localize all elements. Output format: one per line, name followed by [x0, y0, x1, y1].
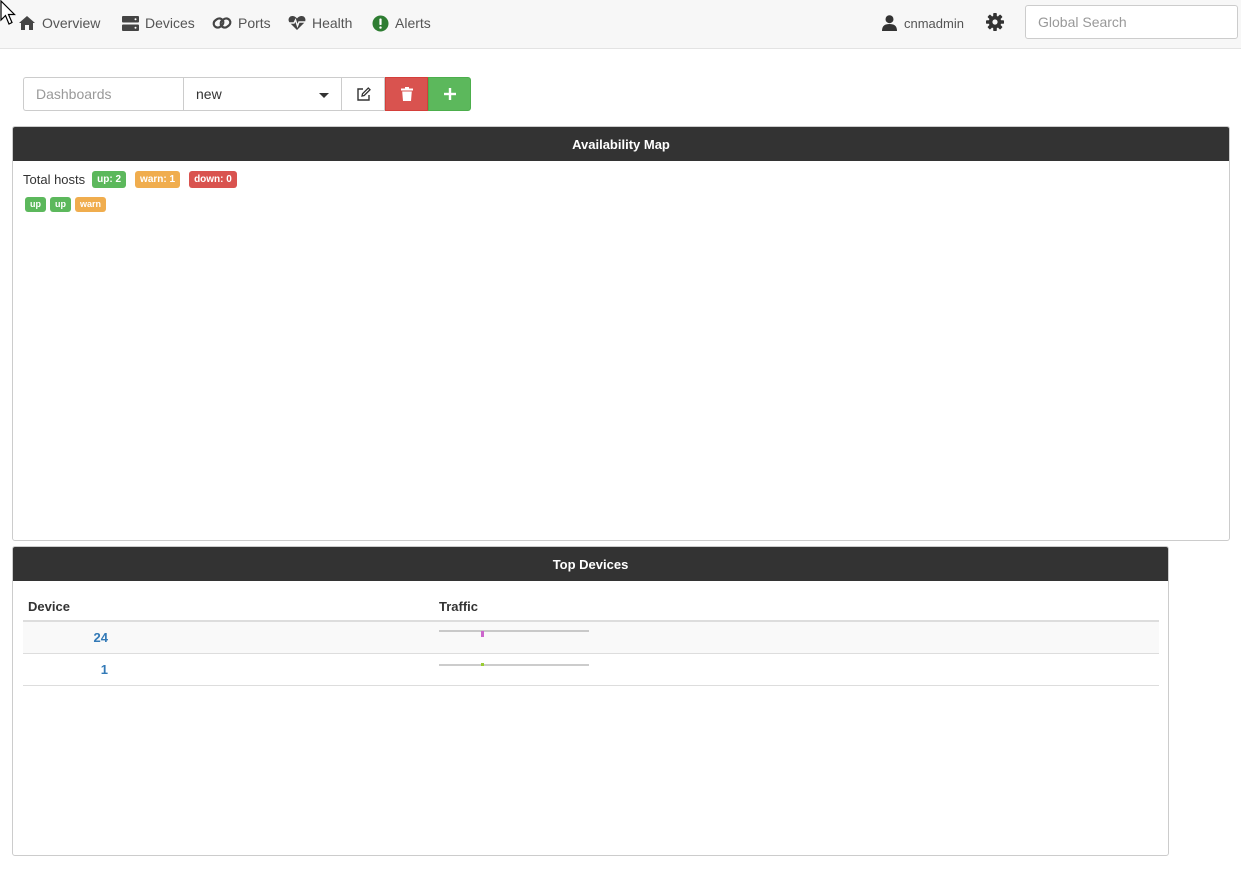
user-menu[interactable]: cnmadmin	[882, 12, 964, 34]
global-search-input[interactable]	[1025, 5, 1238, 39]
device-link[interactable]: 1	[28, 662, 108, 677]
nav-overview[interactable]: Overview	[18, 12, 100, 34]
alert-icon	[372, 15, 389, 31]
nav-alerts-label: Alerts	[395, 15, 431, 31]
plus-icon	[443, 88, 456, 100]
user-icon	[882, 15, 897, 31]
top-devices-widget: Top Devices Device Traffic 24 1	[12, 546, 1169, 856]
dashboards-label: Dashboards	[23, 77, 183, 111]
traffic-sparkline[interactable]	[439, 661, 589, 677]
nav-alerts[interactable]: Alerts	[372, 12, 431, 34]
nav-ports[interactable]: Ports	[212, 12, 271, 34]
heartbeat-icon	[288, 15, 306, 30]
host-tile[interactable]: up	[25, 197, 46, 212]
edit-dashboard-button[interactable]	[342, 77, 385, 111]
total-hosts-label: Total hosts	[23, 172, 86, 187]
server-icon	[122, 15, 139, 31]
up-count-badge: up: 2	[92, 171, 127, 188]
edit-icon	[356, 86, 371, 101]
trash-icon	[400, 87, 413, 101]
mouse-cursor-icon	[0, 0, 16, 25]
top-devices-title[interactable]: Top Devices	[13, 547, 1168, 581]
caret-down-icon	[319, 93, 329, 98]
table-row: 24	[23, 621, 1159, 654]
username: cnmadmin	[904, 15, 964, 31]
nav-devices[interactable]: Devices	[122, 12, 195, 34]
availability-summary: Total hosts up: 2 warn: 1 down: 0	[23, 171, 246, 188]
table-header-row: Device Traffic	[23, 593, 1159, 622]
nav-ports-label: Ports	[238, 15, 271, 31]
link-icon	[212, 17, 232, 29]
host-tile[interactable]: up	[50, 197, 71, 212]
host-tile[interactable]: warn	[75, 197, 107, 212]
table-row: 1	[23, 653, 1159, 686]
add-dashboard-button[interactable]	[428, 77, 471, 111]
down-count-badge: down: 0	[189, 171, 237, 188]
home-icon	[19, 16, 35, 30]
nav-health[interactable]: Health	[288, 12, 352, 34]
availability-map-widget: Availability Map Total hosts up: 2 warn:…	[12, 126, 1230, 541]
nav-health-label: Health	[312, 15, 353, 31]
availability-map-title[interactable]: Availability Map	[13, 127, 1229, 161]
traffic-sparkline[interactable]	[439, 629, 589, 645]
nav-devices-label: Devices	[145, 15, 195, 31]
delete-dashboard-button[interactable]	[385, 77, 428, 111]
top-devices-table: Device Traffic 24 1	[23, 593, 1159, 686]
top-navbar: Overview Devices Ports Health Alerts cnm…	[0, 0, 1241, 49]
nav-overview-label: Overview	[42, 15, 101, 31]
host-tiles: up up warn	[25, 197, 110, 212]
column-header-traffic: Traffic	[434, 593, 1159, 622]
dashboard-select[interactable]: new	[183, 77, 342, 111]
gear-icon	[986, 13, 1004, 31]
column-header-device: Device	[23, 593, 434, 622]
dashboard-toolbar: Dashboards new	[23, 77, 471, 111]
device-link[interactable]: 24	[28, 630, 108, 645]
settings-button[interactable]	[986, 13, 1004, 34]
dashboard-select-value: new	[196, 86, 222, 102]
warn-count-badge: warn: 1	[135, 171, 181, 188]
